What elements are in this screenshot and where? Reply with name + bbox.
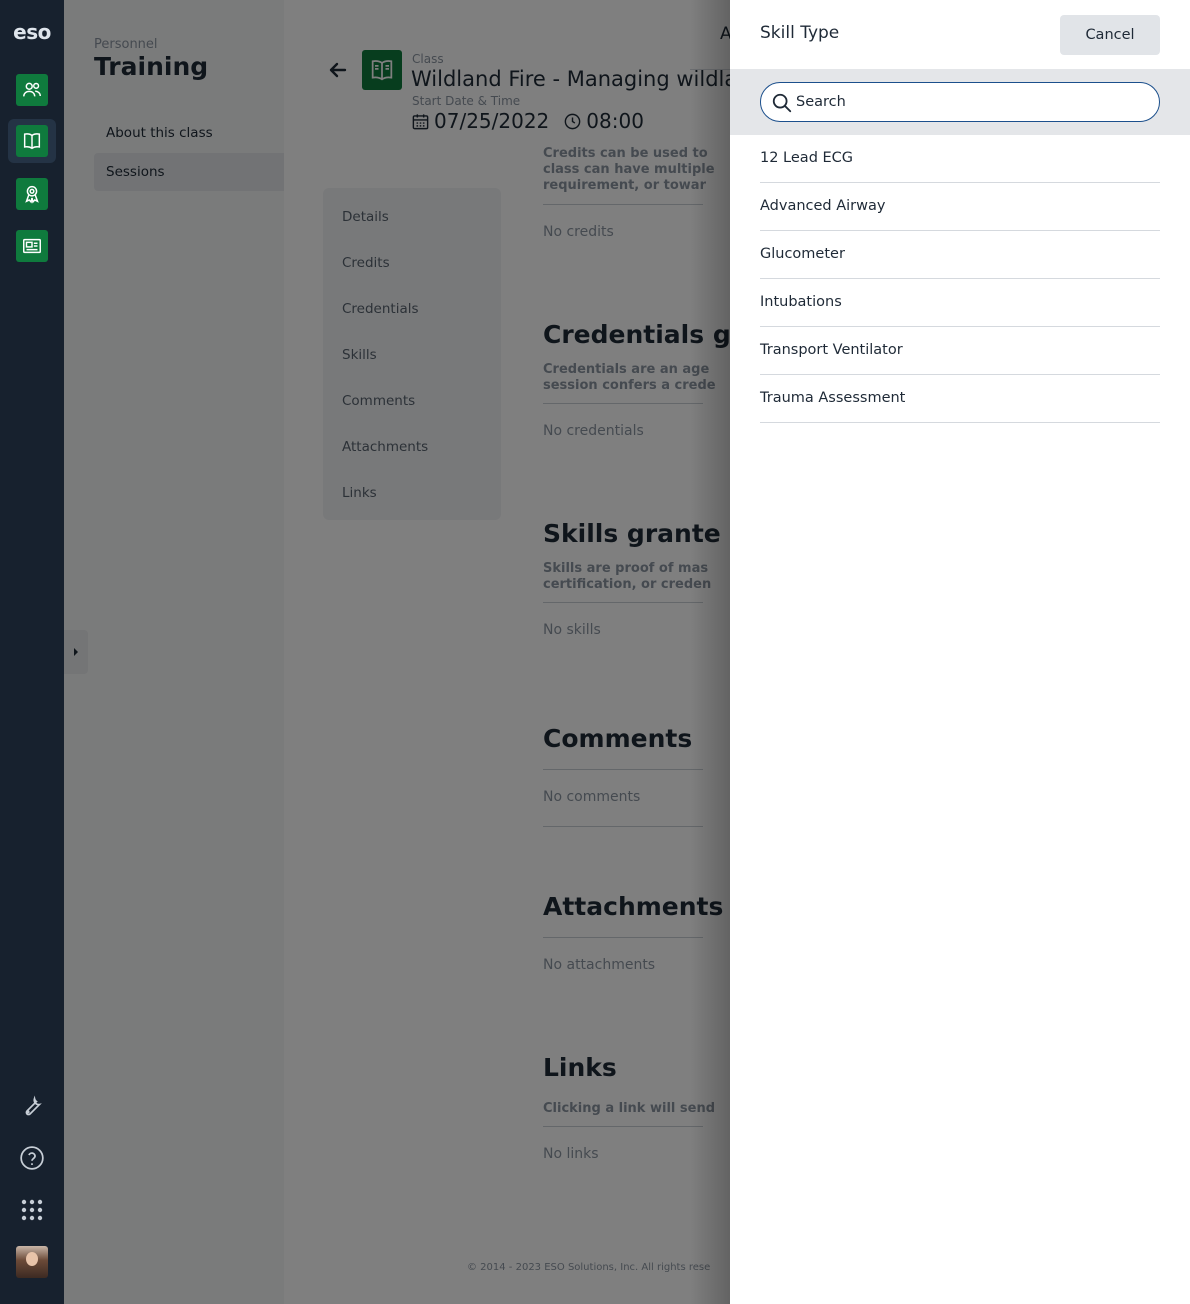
rail-help-button[interactable] xyxy=(16,1142,48,1174)
search-input[interactable] xyxy=(796,83,1151,121)
rail-training-button[interactable] xyxy=(8,119,56,163)
skill-item-advanced-airway[interactable]: Advanced Airway xyxy=(760,183,1160,231)
drawer-shadow xyxy=(690,0,730,1304)
drawer-title: Skill Type xyxy=(760,23,840,43)
rail-people-button[interactable] xyxy=(16,74,48,106)
skill-item-trauma-assessment[interactable]: Trauma Assessment xyxy=(760,375,1160,423)
search-box[interactable] xyxy=(760,82,1160,122)
app-rail: eso xyxy=(0,0,64,1304)
user-avatar[interactable] xyxy=(16,1246,48,1278)
newspaper-icon xyxy=(23,238,41,254)
wrench-icon xyxy=(25,1095,42,1116)
search-band xyxy=(730,69,1190,135)
skill-item-intubations[interactable]: Intubations xyxy=(760,279,1160,327)
award-ribbon-icon xyxy=(25,185,39,204)
app-grid-icon xyxy=(21,1199,43,1221)
skill-item-glucometer[interactable]: Glucometer xyxy=(760,231,1160,279)
modal-backdrop[interactable] xyxy=(64,0,730,1304)
rail-tools-button[interactable] xyxy=(16,1090,48,1122)
book-icon xyxy=(23,133,41,150)
eso-logo: eso xyxy=(13,20,51,44)
people-icon xyxy=(23,82,41,97)
cancel-button[interactable]: Cancel xyxy=(1060,15,1160,55)
rail-news-button[interactable] xyxy=(16,230,48,262)
rail-awards-button[interactable] xyxy=(16,178,48,210)
skill-type-list: 12 Lead ECG Advanced Airway Glucometer I… xyxy=(760,135,1160,423)
skill-type-drawer: Skill Type Cancel 12 Lead ECG Advanced A… xyxy=(730,0,1190,1304)
rail-apps-button[interactable] xyxy=(16,1194,48,1226)
skill-item-transport-ventilator[interactable]: Transport Ventilator xyxy=(760,327,1160,375)
help-icon xyxy=(20,1146,44,1170)
search-icon xyxy=(772,93,792,113)
skill-item-12-lead-ecg[interactable]: 12 Lead ECG xyxy=(760,135,1160,183)
